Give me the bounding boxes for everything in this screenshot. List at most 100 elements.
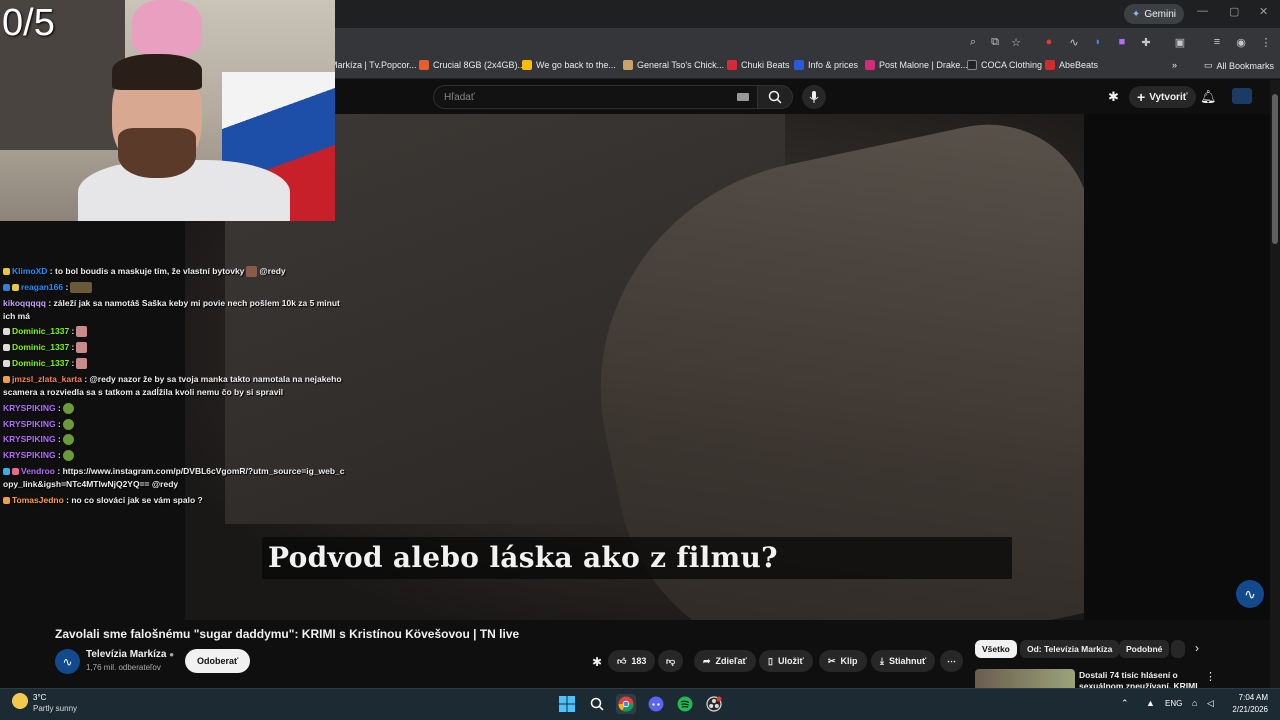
obs-icon[interactable] xyxy=(704,694,724,714)
bookmark-label: COCA Clothing xyxy=(981,60,1043,70)
clock-date[interactable]: 2/21/2026 xyxy=(1222,705,1268,714)
volume-icon[interactable]: ◁ xyxy=(1207,698,1214,709)
chrome-icon[interactable] xyxy=(616,694,636,714)
search-input[interactable]: Hľadať xyxy=(433,85,757,109)
bookmark-item[interactable]: Post Malone | Drake... xyxy=(865,60,968,70)
extension-purple-icon[interactable]: ■ xyxy=(1114,34,1130,50)
related-video-title[interactable]: Dostali 74 tisíc hlásení o sexuálnom zne… xyxy=(1079,670,1199,688)
sidepanel-icon[interactable]: ▣ xyxy=(1172,34,1188,50)
zoom-icon[interactable]: ⌕ xyxy=(965,34,981,50)
save-label: Uložiť xyxy=(777,656,804,666)
chat-message: KRYSPIKING : xyxy=(3,402,345,415)
share-label: Zdieľať xyxy=(715,656,747,666)
scrollbar-thumb[interactable] xyxy=(1272,94,1278,244)
extension-red-icon[interactable]: ● xyxy=(1041,34,1057,50)
chip-from-channel[interactable]: Od: Televízia Markíza xyxy=(1020,640,1120,658)
subscribe-button[interactable]: Odoberať xyxy=(185,649,251,673)
bookmark-item[interactable]: AbeBeats xyxy=(1045,60,1098,70)
keyboard-icon[interactable] xyxy=(737,93,749,101)
video-side-area xyxy=(1084,114,1270,620)
chat-user: Vendroo xyxy=(21,466,56,476)
maximize-icon[interactable]: ▢ xyxy=(1229,5,1239,18)
weather-icon[interactable] xyxy=(12,693,28,709)
voice-search-button[interactable] xyxy=(802,85,826,109)
chevron-right-icon[interactable]: › xyxy=(1195,641,1199,655)
chat-text: : xyxy=(71,326,75,336)
more-actions-button[interactable]: ⋯ xyxy=(940,650,963,672)
channel-name[interactable]: Televízia Markíza ● xyxy=(86,649,174,660)
bookmark-star-icon[interactable]: ☆ xyxy=(1008,34,1024,50)
emote-icon xyxy=(76,326,88,338)
related-video-thumbnail[interactable] xyxy=(975,669,1075,688)
all-bookmarks-button[interactable]: ▭ All Bookmarks xyxy=(1204,60,1274,71)
bookmark-label: Markíza | Tv.Popcor... xyxy=(330,60,417,70)
like-button[interactable]: 👍︎ 183 xyxy=(608,650,656,672)
bookmark-item[interactable]: Info & prices xyxy=(794,60,858,70)
network-icon[interactable]: ⌂ xyxy=(1192,698,1197,708)
extensions-puzzle-icon[interactable]: ✚ xyxy=(1138,34,1154,50)
emote-icon xyxy=(62,403,74,415)
close-icon[interactable]: ✕ xyxy=(1259,5,1268,18)
gemini-button[interactable]: ✦ Gemini xyxy=(1123,4,1184,24)
chat-user: Dominic_1337 xyxy=(12,326,70,336)
taskbar-search-icon[interactable] xyxy=(587,694,607,714)
chat-user: Dominic_1337 xyxy=(12,358,70,368)
account-avatar[interactable] xyxy=(1232,88,1252,104)
bookmark-item[interactable]: General Tso's Chick... xyxy=(623,60,724,70)
chat-message: reagan166 : xyxy=(3,281,345,294)
tray-chevron-up-icon[interactable]: ⌃ xyxy=(1121,698,1129,709)
minimize-icon[interactable]: — xyxy=(1197,5,1208,17)
chat-user: reagan166 xyxy=(21,282,64,292)
badge-icon xyxy=(3,497,10,505)
chat-user: TomasJedno xyxy=(12,495,64,505)
share-button[interactable]: ➦ Zdieľať xyxy=(694,650,756,672)
tab-search-icon[interactable]: ≡ xyxy=(1209,34,1225,50)
chip-more[interactable] xyxy=(1171,640,1185,658)
thumbs-down-icon: 👎︎ xyxy=(666,655,676,666)
bookmark-item[interactable]: We go back to the... xyxy=(522,60,616,70)
profile-avatar[interactable]: ◉ xyxy=(1233,34,1249,50)
webcam-plush-toy xyxy=(132,0,202,56)
weather-description[interactable]: Partly sunny xyxy=(33,704,77,713)
clock-time[interactable]: 7:04 AM xyxy=(1236,693,1268,702)
bookmark-item[interactable]: Crucial 8GB (2x4GB)... xyxy=(419,60,525,70)
chat-user: KRYSPIKING xyxy=(3,434,56,444)
save-button[interactable]: ▯ Uložiť xyxy=(759,650,813,672)
extension-icon[interactable]: ∿ xyxy=(1066,34,1082,50)
spotify-icon[interactable] xyxy=(675,694,695,714)
emote-icon xyxy=(62,419,74,431)
chat-user: KRYSPIKING xyxy=(3,419,56,429)
tray-app-icon[interactable]: ▲ xyxy=(1146,698,1155,708)
notifications-bell-icon[interactable]: 🔔︎ xyxy=(1200,89,1217,105)
premium-icon[interactable]: ✱ xyxy=(1108,89,1119,105)
search-button[interactable] xyxy=(757,85,793,109)
menu-kebab-icon[interactable]: ⋮ xyxy=(1258,34,1274,50)
related-more-icon[interactable]: ⋮ xyxy=(1205,670,1216,683)
bookmarks-overflow-icon[interactable]: » xyxy=(1172,60,1177,70)
discord-icon[interactable] xyxy=(646,694,666,714)
create-button[interactable]: + Vytvoriť xyxy=(1129,86,1196,108)
bookmark-item[interactable]: COCA Clothing xyxy=(967,60,1042,70)
premium-spark-icon[interactable]: ✱ xyxy=(592,655,602,669)
webcam-beard xyxy=(118,128,196,178)
input-language[interactable]: ENG xyxy=(1165,699,1182,708)
cast-icon[interactable]: ⧉ xyxy=(987,34,1003,50)
weather-temperature[interactable]: 3°C xyxy=(33,693,46,702)
chat-user: KRYSPIKING xyxy=(3,403,56,413)
gemini-label: Gemini xyxy=(1144,8,1176,20)
windows-start-icon[interactable] xyxy=(557,694,577,714)
chip-related[interactable]: Podobné xyxy=(1119,640,1170,658)
channel-name-text[interactable]: Televízia Markíza xyxy=(86,649,166,660)
channel-avatar[interactable]: ∿ xyxy=(55,649,80,674)
chat-message: KlimoXD : to bol boudis a maskuje tím, ž… xyxy=(3,265,345,278)
chip-all[interactable]: Všetko xyxy=(975,640,1017,658)
channel-watermark-icon[interactable]: ∿ xyxy=(1236,580,1264,608)
extension-blue-icon[interactable]: ◗ xyxy=(1090,34,1106,50)
bookmark-item[interactable]: Markíza | Tv.Popcor... xyxy=(330,60,417,70)
dislike-button[interactable]: 👎︎ xyxy=(658,650,684,672)
download-button[interactable]: ⤓ Stiahnuť xyxy=(871,650,936,672)
stream-counter: 0/5 xyxy=(2,2,55,44)
clip-button[interactable]: ✂ Klip xyxy=(819,650,867,672)
emote-icon xyxy=(70,282,93,294)
bookmark-item[interactable]: Chuki Beats xyxy=(727,60,790,70)
